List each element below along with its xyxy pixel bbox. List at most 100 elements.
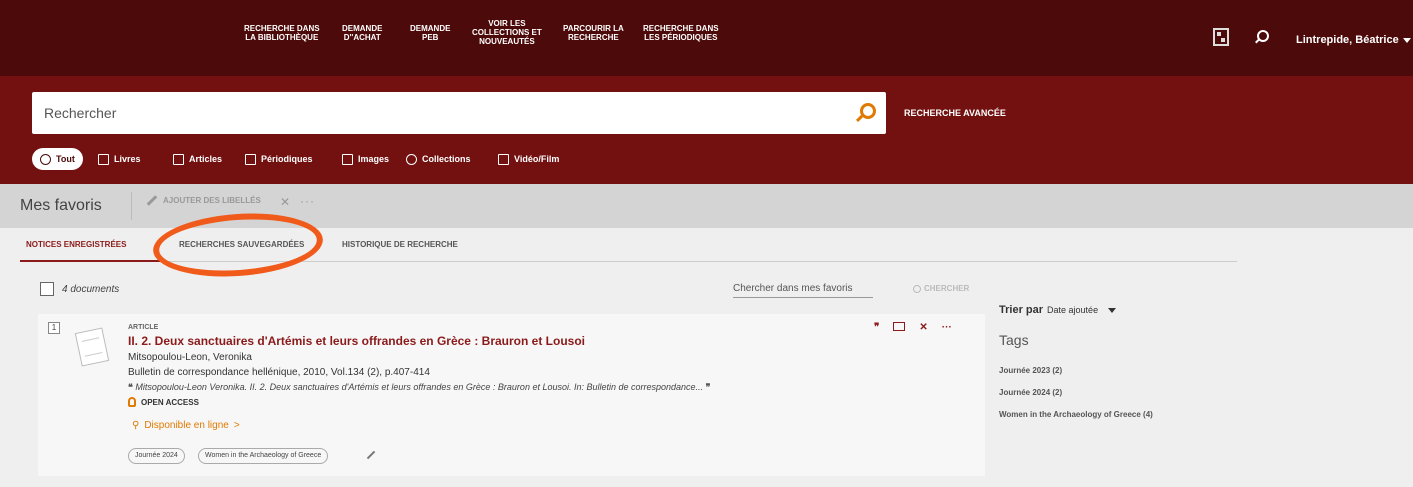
nav-label-line: RECHERCHE bbox=[568, 33, 619, 42]
nav-purchase-request[interactable]: DEMANDE D''ACHAT bbox=[342, 24, 382, 42]
open-access-badge: OPEN ACCESS bbox=[128, 397, 199, 407]
filter-images[interactable]: Images bbox=[342, 148, 389, 170]
nav-browse[interactable]: PARCOURIR LA RECHERCHE bbox=[563, 24, 624, 42]
quote-icon: ❝ bbox=[128, 382, 133, 392]
user-name: Lintrepide, Béatrice bbox=[1296, 34, 1399, 46]
search-submit-icon[interactable] bbox=[860, 103, 876, 119]
collections-icon bbox=[406, 153, 417, 165]
search-band: RECHERCHE AVANCÉE Tout Livres Articles P… bbox=[0, 76, 1413, 184]
nav-label-line: LA BIBLIOTHÈQUE bbox=[245, 33, 319, 42]
active-tab-indicator bbox=[20, 260, 160, 262]
nav-label-line: COLLECTIONS ET bbox=[472, 28, 542, 37]
nav-label-line: DEMANDE bbox=[410, 24, 451, 33]
unpin-icon[interactable]: ✕ bbox=[280, 195, 290, 209]
tag-filter-item[interactable]: Journée 2023 (2) bbox=[999, 366, 1062, 375]
record-source: Bulletin de correspondance hellénique, 2… bbox=[128, 367, 430, 378]
tag-filter-item[interactable]: Women in the Archaeology of Greece (4) bbox=[999, 410, 1153, 419]
filter-collections[interactable]: Collections bbox=[406, 148, 471, 170]
pencil-icon bbox=[146, 195, 158, 206]
record-author: Mitsopoulou-Leon, Veronika bbox=[128, 352, 252, 363]
search-box bbox=[32, 92, 886, 134]
user-menu[interactable]: Lintrepide, Béatrice bbox=[1296, 34, 1411, 46]
nav-label-line: D''ACHAT bbox=[343, 33, 381, 42]
record-checkbox[interactable]: 1 bbox=[48, 322, 60, 334]
book-icon bbox=[98, 153, 109, 165]
nav-periodicals-search[interactable]: RECHERCHE DANS LES PÉRIODIQUES bbox=[643, 24, 719, 42]
article-icon bbox=[173, 153, 184, 165]
select-all-checkbox[interactable] bbox=[40, 282, 54, 296]
filter-label: Collections bbox=[422, 154, 471, 164]
page-title: Mes favoris bbox=[20, 197, 102, 214]
filter-articles[interactable]: Articles bbox=[173, 148, 222, 170]
record-type: ARTICLE bbox=[128, 324, 159, 331]
nav-collections-new[interactable]: VOIR LES COLLECTIONS ET NOUVEAUTÉS bbox=[472, 19, 542, 46]
tab-saved-records[interactable]: NOTICES ENREGISTRÉES bbox=[26, 240, 126, 249]
filter-video[interactable]: Vidéo/Film bbox=[498, 148, 559, 170]
tags-heading: Tags bbox=[999, 332, 1029, 348]
search-icon bbox=[913, 284, 921, 293]
nav-label-line: PEB bbox=[422, 33, 439, 42]
more-actions-icon[interactable]: ··· bbox=[942, 322, 952, 333]
nav-label-line: RECHERCHE DANS bbox=[244, 24, 320, 33]
tag-filter-item[interactable]: Journée 2024 (2) bbox=[999, 388, 1062, 397]
filter-label: Tout bbox=[56, 154, 75, 164]
divider bbox=[131, 192, 132, 220]
search-button-label: CHERCHER bbox=[924, 284, 970, 293]
search-icon[interactable] bbox=[1257, 30, 1269, 42]
nav-label-line: LES PÉRIODIQUES bbox=[644, 33, 718, 42]
filter-label: Vidéo/Film bbox=[514, 154, 560, 164]
tag-chip[interactable]: Women in the Archaeology of Greece bbox=[198, 448, 329, 464]
document-thumbnail bbox=[72, 324, 114, 376]
more-actions-button[interactable]: ··· bbox=[300, 194, 315, 208]
qr-code-icon[interactable] bbox=[1213, 28, 1229, 46]
nav-label-line: PARCOURIR LA bbox=[563, 24, 624, 33]
favorites-search-input[interactable]: Chercher dans mes favoris bbox=[733, 280, 873, 298]
nav-label-line: DEMANDE bbox=[342, 24, 383, 33]
nav-label-line: NOUVEAUTÉS bbox=[479, 37, 535, 46]
search-input[interactable] bbox=[32, 92, 842, 134]
nav-library-search[interactable]: RECHERCHE DANS LA BIBLIOTHÈQUE bbox=[244, 24, 320, 42]
email-icon[interactable] bbox=[893, 322, 906, 331]
chevron-down-icon bbox=[1402, 37, 1411, 43]
filter-label: Périodiques bbox=[261, 154, 313, 164]
document-count: 4 documents bbox=[62, 284, 120, 295]
record-citation: ❝ Mitsopoulou-Leon Veronika. II. 2. Deux… bbox=[128, 382, 710, 393]
record-actions: ❞ ✕ ··· bbox=[874, 322, 952, 333]
tag-chip[interactable]: Journée 2024 bbox=[128, 448, 185, 464]
result-card: 1 ARTICLE II. 2. Deux sanctuaires d'Arté… bbox=[38, 314, 985, 476]
open-lock-icon bbox=[128, 397, 136, 407]
nav-ill-request[interactable]: DEMANDE PEB bbox=[410, 24, 450, 42]
record-title[interactable]: II. 2. Deux sanctuaires d'Artémis et leu… bbox=[128, 334, 585, 348]
edit-tags-icon[interactable] bbox=[366, 450, 376, 460]
available-online-label: Disponible en ligne bbox=[144, 420, 229, 431]
nav-label-line: VOIR LES bbox=[488, 19, 526, 28]
sort-control[interactable]: Trier par Date ajoutée bbox=[999, 304, 1117, 316]
available-online-link[interactable]: ⚲ Disponible en ligne > bbox=[132, 420, 240, 431]
image-icon bbox=[342, 153, 353, 165]
sort-value: Date ajoutée bbox=[1047, 305, 1099, 315]
filter-all[interactable]: Tout bbox=[32, 148, 83, 170]
filter-periodicals[interactable]: Périodiques bbox=[245, 148, 313, 170]
sort-label: Trier par bbox=[999, 304, 1044, 316]
filter-books[interactable]: Livres bbox=[98, 148, 141, 170]
nav-label-line: RECHERCHE DANS bbox=[643, 24, 719, 33]
video-icon bbox=[498, 153, 509, 165]
filter-label: Images bbox=[358, 154, 390, 164]
link-icon: ⚲ bbox=[132, 420, 140, 431]
favorites-search-button[interactable]: CHERCHER bbox=[913, 284, 969, 293]
advanced-search-link[interactable]: RECHERCHE AVANCÉE bbox=[904, 108, 1006, 118]
top-nav: RECHERCHE DANS LA BIBLIOTHÈQUE DEMANDE D… bbox=[0, 0, 1413, 76]
periodical-icon bbox=[245, 153, 256, 165]
citation-icon[interactable]: ❞ bbox=[874, 322, 879, 333]
add-labels-button[interactable]: AJOUTER DES LIBELLÉS bbox=[146, 195, 261, 206]
filter-label: Livres bbox=[114, 154, 141, 164]
chevron-down-icon bbox=[1108, 307, 1117, 313]
unpin-icon[interactable]: ✕ bbox=[919, 322, 927, 333]
quote-icon: ❞ bbox=[705, 382, 711, 392]
open-access-label: OPEN ACCESS bbox=[141, 397, 199, 407]
filter-label: Articles bbox=[189, 154, 223, 164]
search-icon bbox=[40, 153, 51, 165]
chevron-right-icon: > bbox=[233, 420, 240, 431]
tab-search-history[interactable]: HISTORIQUE DE RECHERCHE bbox=[342, 240, 458, 249]
add-labels-label: AJOUTER DES LIBELLÉS bbox=[163, 196, 261, 205]
